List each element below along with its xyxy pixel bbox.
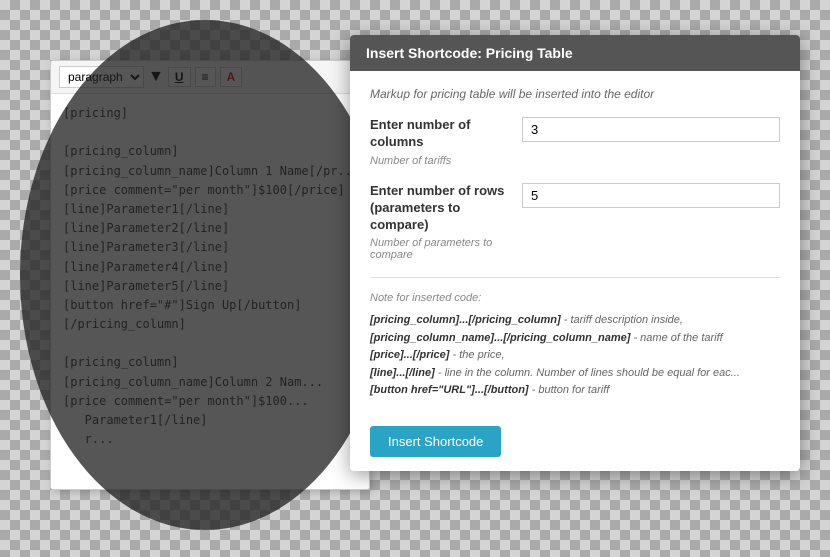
modal-title: Insert Shortcode: Pricing Table [366, 45, 573, 61]
modal-footer: Insert Shortcode [350, 416, 800, 471]
code-line [63, 123, 357, 142]
paragraph-select[interactable]: paragraph [59, 66, 144, 88]
columns-label: Enter number of columns [370, 117, 510, 151]
code-line: [button href="#"]Sign Up[/button] [63, 296, 357, 315]
code-line: [price comment="per month"]$100[/price] [63, 181, 357, 200]
code-line: [line]Parameter1[/line] [63, 200, 357, 219]
code-line: [line]Parameter4[/line] [63, 258, 357, 277]
underline-button[interactable]: U [168, 67, 191, 87]
code-line: Parameter1[/line] [63, 411, 357, 430]
modal-dialog: Insert Shortcode: Pricing Table Markup f… [350, 35, 800, 471]
code-line: [line]Parameter5[/line] [63, 277, 357, 296]
code-line [63, 334, 357, 353]
dropdown-arrow-icon: ▼ [148, 68, 164, 86]
rows-input-wrapper [522, 183, 780, 208]
columns-hint: Number of tariffs [370, 155, 780, 167]
editor-panel: paragraph ▼ U ≡ A [pricing] [pricing_col… [50, 60, 370, 490]
rows-input[interactable] [522, 183, 780, 208]
rows-form-group: Enter number of rows (parameters to comp… [370, 183, 780, 262]
note-label: Note for inserted code: [370, 290, 780, 308]
code-line: [price comment="per month"]$100... [63, 392, 357, 411]
note-item-2: [pricing_column_name]...[/pricing_column… [370, 330, 780, 348]
color-button[interactable]: A [220, 67, 243, 87]
columns-row: Enter number of columns [370, 117, 780, 151]
code-line: [pricing_column] [63, 142, 357, 161]
code-line: [line]Parameter2[/line] [63, 219, 357, 238]
align-button[interactable]: ≡ [195, 67, 216, 87]
note-item-3: [price]...[/price] - the price, [370, 347, 780, 365]
code-line: [/pricing_column] [63, 315, 357, 334]
insert-shortcode-button[interactable]: Insert Shortcode [370, 426, 501, 457]
code-line: r... [63, 430, 357, 449]
columns-input[interactable] [522, 117, 780, 142]
editor-toolbar: paragraph ▼ U ≡ A [51, 61, 369, 94]
rows-hint: Number of parameters to compare [370, 237, 510, 261]
note-item-4: [line]...[/line] - line in the column. N… [370, 365, 780, 383]
code-line: [pricing_column] [63, 353, 357, 372]
code-line: [pricing_column_name]Column 2 Nam... [63, 373, 357, 392]
code-line: [pricing] [63, 104, 357, 123]
modal-header: Insert Shortcode: Pricing Table [350, 35, 800, 71]
code-line: [line]Parameter3[/line] [63, 238, 357, 257]
notes-section: Note for inserted code: [pricing_column]… [370, 290, 780, 400]
modal-body: Markup for pricing table will be inserte… [350, 71, 800, 416]
code-line: [pricing_column_name]Column 1 Name[/pr..… [63, 162, 357, 181]
modal-subtitle: Markup for pricing table will be inserte… [370, 87, 780, 101]
columns-form-group: Enter number of columns Number of tariff… [370, 117, 780, 167]
rows-row: Enter number of rows (parameters to comp… [370, 183, 780, 234]
editor-content[interactable]: [pricing] [pricing_column] [pricing_colu… [51, 94, 369, 459]
note-item-5: [button href="URL"]...[/button] - button… [370, 382, 780, 400]
rows-label: Enter number of rows (parameters to comp… [370, 183, 510, 234]
columns-input-wrapper [522, 117, 780, 142]
note-item-1: [pricing_column]...[/pricing_column] - t… [370, 312, 780, 330]
divider [370, 277, 780, 278]
